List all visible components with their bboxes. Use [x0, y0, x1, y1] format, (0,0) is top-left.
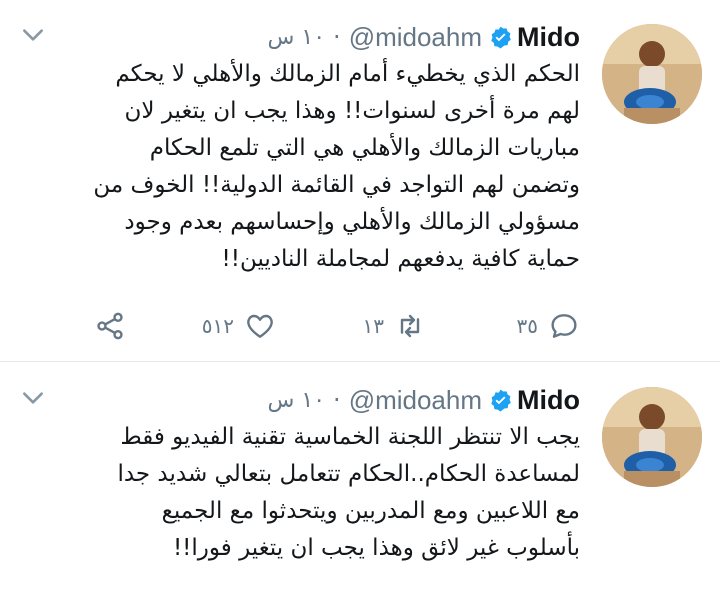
avatar-photo — [602, 24, 702, 124]
reply-icon — [548, 310, 580, 342]
tweet-text-line: الحكم الذي يخطيء أمام الزمالك والأهلي لا… — [115, 61, 580, 87]
display-name[interactable]: Mido — [517, 22, 580, 53]
share-icon — [94, 310, 126, 342]
tweet-text: الحكم الذي يخطيء أمام الزمالك والأهلي لا… — [16, 56, 580, 278]
verified-badge-icon — [488, 25, 513, 50]
tweet-text-line: بأسلوب غير لائق وهذا يجب ان يتغير فورا!! — [172, 535, 580, 561]
tweet-text-line: يجب الا تنتظر اللجنة الخماسية تقنية الفي… — [120, 424, 580, 450]
tweet-header: Mido @midoahm · ١٠ س — [268, 20, 580, 54]
timestamp[interactable]: ١٠ س — [268, 25, 326, 50]
timestamp[interactable]: ١٠ س — [268, 388, 326, 413]
retweet-icon — [394, 310, 426, 342]
retweet-count: ١٣ — [362, 314, 384, 338]
share-button[interactable] — [94, 306, 126, 346]
tweet-text-line: مع اللاعبين ومع المدربين ويتحدثوا مع الج… — [161, 498, 580, 524]
handle[interactable]: @midoahm — [349, 385, 482, 416]
avatar[interactable] — [602, 24, 702, 124]
like-count: ٥١٢ — [201, 314, 234, 338]
tweet-text-line: مباريات الزمالك والأهلي هي التي تلمع الح… — [149, 135, 580, 161]
tweet-text-line: مسؤولي الزمالك والأهلي وإحساسهم بعدم وجو… — [124, 209, 580, 235]
tweet-card[interactable]: Mido @midoahm · ١٠ س يجب الا تنتظر اللجن… — [0, 363, 720, 595]
tweet-text-line: حماية كافية يدفعهم لمجاملة الناديين!! — [221, 246, 581, 272]
display-name[interactable]: Mido — [517, 385, 580, 416]
chevron-down-icon[interactable] — [20, 22, 46, 48]
tweet-text-line: وتضمن لهم التواجد في القائمة الدولية!! ا… — [93, 172, 580, 198]
reply-count: ٣٥ — [516, 314, 538, 338]
reply-button[interactable]: ٣٥ — [517, 306, 580, 346]
tweet-header: Mido @midoahm · ١٠ س — [268, 383, 580, 417]
chevron-down-icon[interactable] — [20, 385, 46, 411]
separator-dot: · — [333, 23, 341, 51]
like-button[interactable]: ٥١٢ — [202, 306, 276, 346]
handle[interactable]: @midoahm — [349, 22, 482, 53]
tweet-card[interactable]: Mido @midoahm · ١٠ س الحكم الذي يخطيء أم… — [0, 0, 720, 362]
separator-dot: · — [333, 386, 341, 414]
tweet-text-line: لهم مرة أخرى لسنوات!! وهذا يجب ان يتغير … — [124, 98, 581, 124]
retweet-button[interactable]: ١٣ — [363, 306, 426, 346]
avatar[interactable] — [602, 387, 702, 487]
tweet-text-line: لمساعدة الحكام..الحكام تتعامل بتعالي شدي… — [117, 461, 580, 487]
tweet-text: يجب الا تنتظر اللجنة الخماسية تقنية الفي… — [16, 419, 580, 567]
heart-icon — [244, 310, 276, 342]
avatar-photo — [602, 387, 702, 487]
verified-badge-icon — [488, 388, 513, 413]
tweet-actions: ٣٥ ١٣ ٥١٢ — [90, 306, 580, 346]
